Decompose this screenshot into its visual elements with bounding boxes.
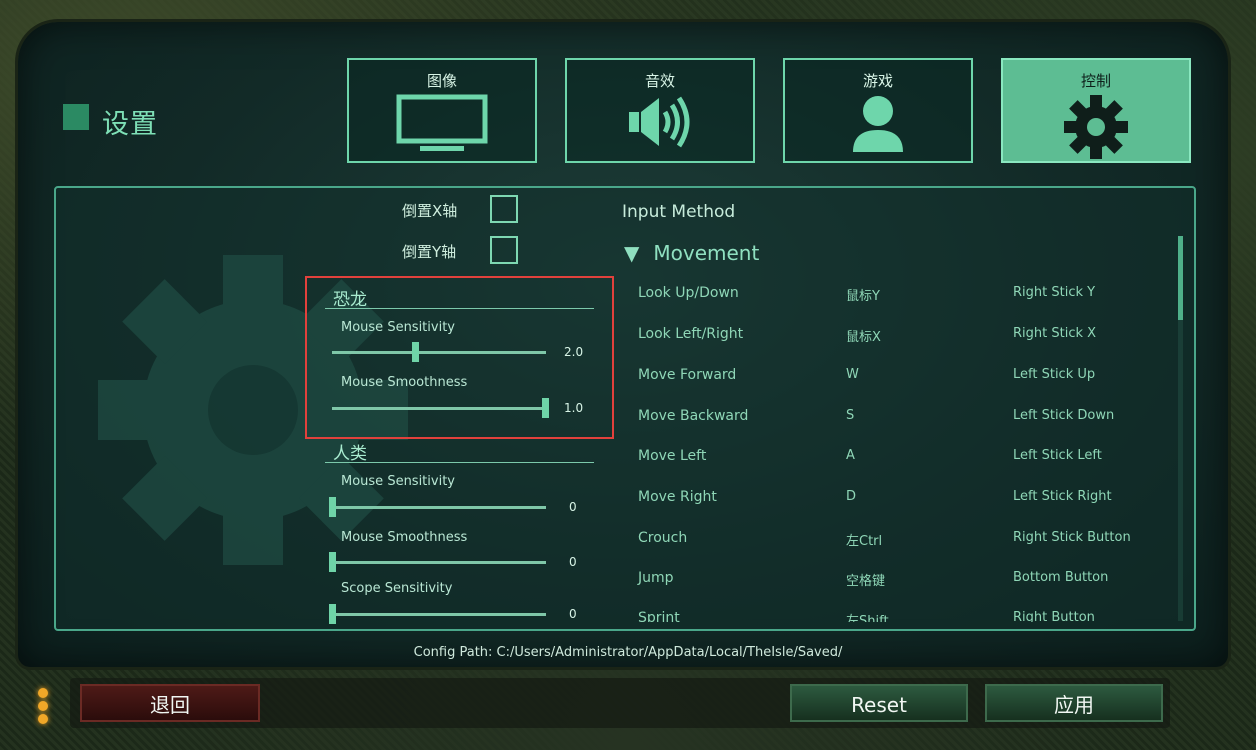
tab-controls[interactable]: 控制	[1001, 58, 1191, 163]
gamepad-binding[interactable]: Bottom Button	[1013, 570, 1108, 585]
gamepad-binding[interactable]: Right Stick X	[1013, 326, 1096, 341]
binding-row[interactable]: Move Backward S Left Stick Down	[638, 408, 1158, 430]
action-name: Crouch	[638, 530, 688, 546]
tab-label: 游戏	[862, 72, 893, 90]
gamepad-binding[interactable]: Left Stick Right	[1013, 489, 1112, 504]
binding-row[interactable]: Look Left/Right 鼠标X Right Stick X	[638, 326, 1158, 348]
action-name: Move Forward	[638, 367, 737, 383]
action-name: Move Left	[638, 448, 707, 464]
binding-row[interactable]: Jump 空格键 Bottom Button	[638, 570, 1158, 592]
binding-row[interactable]: Crouch 左Ctrl Right Stick Button	[638, 530, 1158, 552]
indicator-lights	[38, 688, 48, 727]
slider-handle[interactable]	[329, 552, 336, 572]
keyboard-binding[interactable]: 鼠标Y	[846, 285, 880, 304]
user-icon	[851, 94, 905, 158]
input-method-title: Input Method	[622, 202, 736, 222]
human-scope-sensitivity-value: 0	[569, 607, 577, 621]
binding-row[interactable]: Sprint 左Shift Right Button	[638, 610, 1158, 622]
gear-icon	[1063, 94, 1129, 164]
movement-group-header[interactable]: ▼ Movement	[624, 241, 759, 265]
keyboard-binding[interactable]: D	[846, 489, 856, 504]
tab-audio[interactable]: 音效	[565, 58, 755, 163]
tab-graphics[interactable]: 图像	[347, 58, 537, 163]
keyboard-binding[interactable]: 左Ctrl	[846, 530, 882, 549]
page-title: 设置	[102, 109, 158, 140]
speaker-icon	[627, 94, 693, 154]
keyboard-binding[interactable]: 鼠标X	[846, 326, 881, 345]
binding-row[interactable]: Move Right D Left Stick Right	[638, 489, 1158, 511]
action-name: Jump	[638, 570, 674, 586]
binding-row[interactable]: Move Left A Left Stick Left	[638, 448, 1158, 470]
title-square-icon	[63, 104, 89, 130]
section-divider	[325, 462, 594, 463]
gamepad-binding[interactable]: Right Stick Y	[1013, 285, 1095, 300]
back-button[interactable]: 退回	[80, 684, 260, 722]
keyboard-binding[interactable]: 空格键	[846, 570, 885, 589]
tab-label: 图像	[426, 72, 457, 90]
binding-row[interactable]: Move Forward W Left Stick Up	[638, 367, 1158, 389]
action-name: Move Backward	[638, 408, 749, 424]
human-mouse-sensitivity-value: 0	[569, 500, 577, 514]
highlight-box	[305, 276, 614, 439]
group-label: Movement	[653, 241, 760, 265]
gamepad-binding[interactable]: Right Button	[1013, 610, 1095, 622]
gamepad-binding[interactable]: Left Stick Left	[1013, 448, 1102, 463]
monitor-icon	[396, 94, 488, 158]
keyboard-binding[interactable]: S	[846, 408, 854, 423]
scrollbar-thumb[interactable]	[1178, 236, 1183, 320]
slider-handle[interactable]	[329, 604, 336, 624]
human-mouse-smoothness-slider[interactable]	[332, 561, 546, 564]
invert-x-label: 倒置X轴	[402, 202, 458, 220]
human-mouse-sensitivity-label: Mouse Sensitivity	[341, 474, 455, 489]
action-name: Sprint	[638, 610, 680, 622]
apply-button[interactable]: 应用	[985, 684, 1163, 722]
tab-label: 音效	[644, 72, 675, 90]
binding-row[interactable]: Look Up/Down 鼠标Y Right Stick Y	[638, 285, 1158, 307]
keyboard-binding[interactable]: W	[846, 367, 859, 382]
config-path: Config Path: C:/Users/Administrator/AppD…	[413, 645, 843, 660]
human-scope-sensitivity-label: Scope Sensitivity	[341, 581, 453, 596]
collapse-arrow-icon: ▼	[624, 241, 640, 265]
action-name: Look Left/Right	[638, 326, 744, 342]
keyboard-binding[interactable]: A	[846, 448, 855, 463]
light-icon	[38, 688, 48, 698]
invert-x-checkbox[interactable]	[490, 195, 518, 223]
invert-y-checkbox[interactable]	[490, 236, 518, 264]
gamepad-binding[interactable]: Left Stick Down	[1013, 408, 1114, 423]
tab-game[interactable]: 游戏	[783, 58, 973, 163]
light-icon	[38, 701, 48, 711]
human-mouse-smoothness-label: Mouse Smoothness	[341, 530, 468, 545]
human-scope-sensitivity-slider[interactable]	[332, 613, 546, 616]
human-mouse-smoothness-value: 0	[569, 555, 577, 569]
gamepad-binding[interactable]: Left Stick Up	[1013, 367, 1095, 382]
action-name: Look Up/Down	[638, 285, 739, 301]
gamepad-binding[interactable]: Right Stick Button	[1013, 530, 1131, 545]
human-mouse-sensitivity-slider[interactable]	[332, 506, 546, 509]
slider-handle[interactable]	[329, 497, 336, 517]
keyboard-binding[interactable]: 左Shift	[846, 610, 889, 622]
action-name: Move Right	[638, 489, 717, 505]
reset-button[interactable]: Reset	[790, 684, 968, 722]
light-icon	[38, 714, 48, 724]
tab-label: 控制	[1080, 72, 1111, 90]
invert-y-label: 倒置Y轴	[402, 243, 457, 261]
human-section-title: 人类	[333, 444, 367, 464]
